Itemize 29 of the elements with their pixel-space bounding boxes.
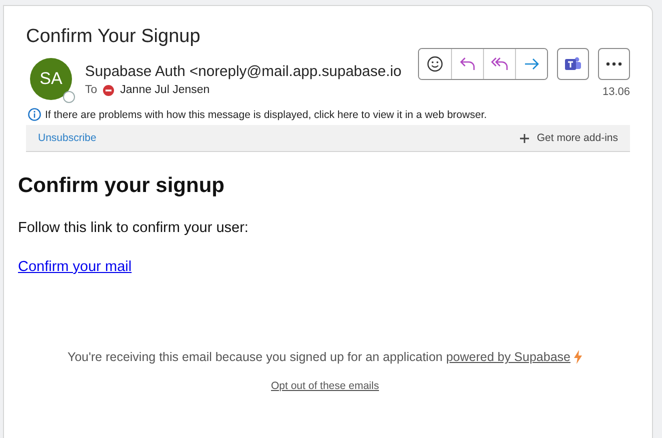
email-heading: Confirm your signup — [18, 174, 226, 198]
teams-button[interactable] — [557, 48, 589, 80]
busy-status-icon — [103, 84, 114, 96]
sender-avatar: SA — [30, 58, 72, 100]
more-button[interactable] — [598, 48, 630, 80]
reply-all-icon — [490, 57, 508, 71]
smiley-icon — [427, 56, 443, 72]
opt-out-link[interactable]: Opt out of these emails — [271, 380, 379, 392]
footer-note: You're receiving this email because you signed up for an application powered by Supabase — [68, 350, 570, 364]
get-add-ins-button[interactable]: Get more add-ins — [520, 132, 618, 144]
forward-icon — [524, 58, 540, 70]
recipient-name[interactable]: Janne Jul Jensen — [120, 84, 210, 96]
presence-icon — [63, 91, 75, 103]
message-date: 13.06 — [602, 86, 630, 98]
email-subject: Confirm Your Signup — [26, 26, 202, 48]
supabase-link[interactable]: powered by Supabase — [446, 350, 570, 364]
more-icon — [606, 62, 622, 66]
browser-view-notice[interactable]: If there are problems with how this message is displayed, click here to view it in a web browser. — [45, 108, 487, 120]
unsubscribe-link[interactable]: Unsubscribe — [38, 132, 96, 144]
lightning-icon — [574, 350, 582, 364]
plus-icon — [520, 134, 529, 142]
reply-icon — [460, 57, 476, 71]
to-label: To — [85, 84, 98, 96]
sender-name: Supabase Auth <noreply@mail.app.supabase.io — [85, 64, 403, 80]
email-paragraph: Follow this link to confirm your user: — [18, 220, 250, 236]
confirm-link[interactable]: Confirm your mail — [18, 259, 132, 275]
info-icon — [28, 108, 41, 121]
teams-icon — [564, 55, 582, 73]
forward-button[interactable] — [515, 49, 547, 79]
